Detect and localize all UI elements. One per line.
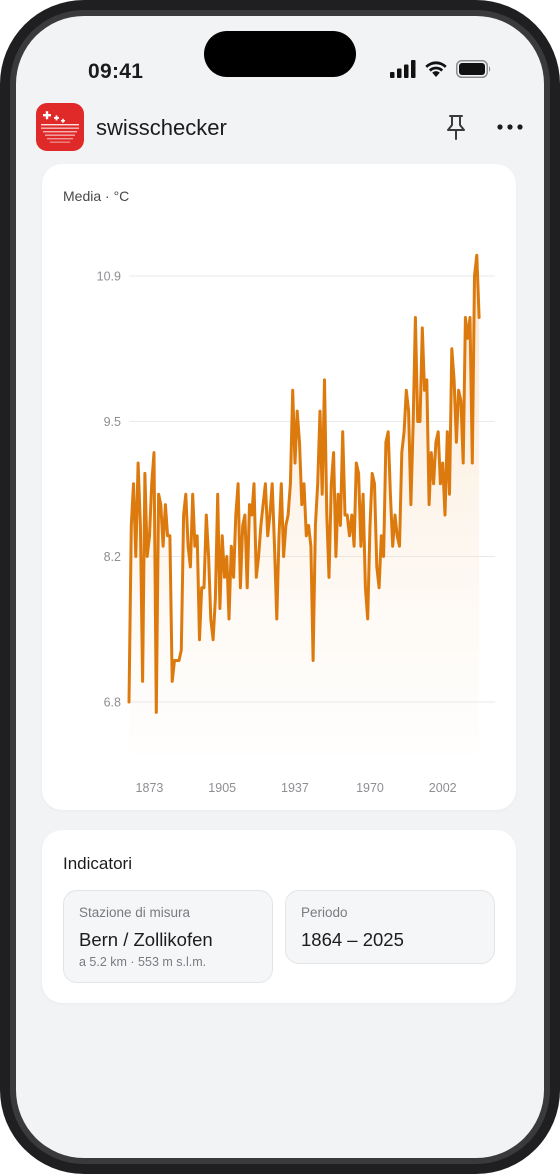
y-tick-label: 10.9 — [97, 269, 121, 283]
pin-icon — [447, 115, 465, 140]
indicators-title: Indicatori — [63, 854, 132, 873]
period-value: 1864 – 2025 — [301, 929, 404, 950]
cellular-signal-icon — [390, 60, 416, 78]
status-icons — [390, 60, 492, 78]
screen: 09:41 swisschecker Media · °C 6.8 8.2 9.… — [16, 16, 544, 1158]
x-tick-label: 1970 — [356, 781, 384, 795]
station-value: Bern / Zollikofen — [79, 929, 213, 950]
indicators-card: Indicatori Stazione di misura Bern / Zol… — [42, 830, 516, 1003]
battery-icon — [456, 60, 491, 78]
x-tick-label: 1905 — [208, 781, 236, 795]
app-name: swisschecker — [96, 115, 227, 140]
x-tick-label: 2002 — [429, 781, 457, 795]
period-label: Periodo — [301, 905, 348, 920]
more-options-button[interactable] — [494, 113, 526, 141]
station-label: Stazione di misura — [79, 905, 191, 920]
phone-bezel: 09:41 swisschecker Media · °C 6.8 8.2 9.… — [10, 10, 550, 1164]
status-time: 09:41 — [88, 60, 144, 83]
phone-frame: 09:41 swisschecker Media · °C 6.8 8.2 9.… — [0, 0, 560, 1174]
swisschecker-logo — [36, 103, 84, 151]
y-tick-label: 9.5 — [104, 415, 121, 429]
pin-button[interactable] — [442, 113, 470, 141]
temperature-chart: 6.8 8.2 9.5 10.9 1873 1905 1937 1970 2002 — [97, 253, 495, 795]
x-tick-label: 1937 — [281, 781, 309, 795]
wifi-icon — [425, 61, 447, 77]
station-tile[interactable]: Stazione di misura Bern / Zollikofen a 5… — [63, 890, 273, 983]
y-tick-label: 8.2 — [104, 550, 121, 564]
dynamic-island — [204, 31, 356, 77]
period-tile[interactable]: Periodo 1864 – 2025 — [285, 890, 495, 964]
app-header: swisschecker — [36, 103, 526, 151]
x-tick-label: 1873 — [136, 781, 164, 795]
ellipsis-icon — [497, 124, 523, 130]
station-distance: a 5.2 km · 553 m s.l.m. — [79, 955, 207, 969]
y-tick-label: 6.8 — [104, 696, 121, 710]
temperature-chart-card: Media · °C 6.8 8.2 9.5 10.9 1873 1905 1937 1970… — [42, 164, 516, 810]
